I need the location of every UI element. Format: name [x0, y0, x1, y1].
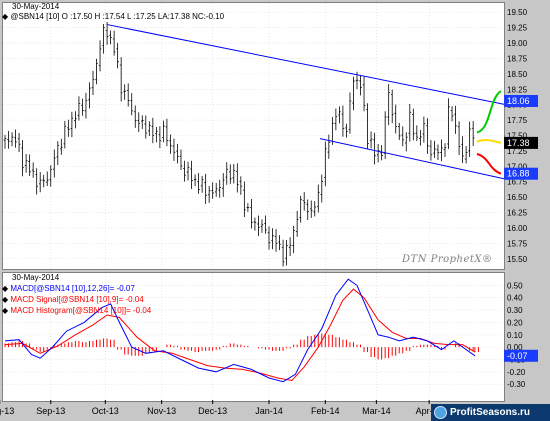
x-tick-label: Nov-13: [147, 406, 176, 416]
y-tick-label: 16.00: [507, 224, 528, 233]
x-tick-label: Sep-13: [36, 406, 65, 416]
price-quote-line: ◆ @SBN14 [10] O :17.50 H :17.54 L :17.25…: [2, 12, 224, 22]
channel-upper-line: [106, 24, 508, 106]
y-tick-label: 19.50: [507, 8, 528, 17]
macd-date-label: 30-May-2014: [12, 273, 60, 282]
y-tick-label: 16.50: [507, 193, 528, 202]
macd-legend-1: ◆ MACD Signal[@SBN14 [10],9]= -0.04: [2, 295, 144, 305]
x-tick-label: Feb-14: [311, 406, 340, 416]
histogram-legend-text: MACD Histogram[@SBN14 [10]]= -0.04: [10, 306, 152, 315]
diamond-icon: ◆: [2, 12, 9, 21]
x-tick-label: Jan-14: [255, 406, 283, 416]
globe-icon: [434, 406, 447, 419]
y-tick-label: 0.10: [507, 331, 523, 340]
macd-badge-text: -0.07: [507, 351, 528, 361]
y-tick-label: 0.40: [507, 294, 523, 303]
x-tick-label: Dec-13: [198, 406, 227, 416]
diamond-icon: ◆: [2, 284, 9, 293]
signal-legend-text: MACD Signal[@SBN14 [10],9]= -0.04: [10, 295, 144, 304]
macd-legend-2: ◆ MACD Histogram[@SBN14 [10]]= -0.04: [2, 306, 151, 316]
channel-lower-line: [319, 138, 508, 180]
y-tick-label: 18.50: [507, 70, 528, 79]
footer-logo: ProfitSeasons.ru: [431, 404, 550, 421]
price-badge-text: 18.06: [507, 96, 530, 106]
y-tick-label: 0.50: [507, 281, 523, 290]
macd-legend-0: ◆ MACD[@SBN14 [10],12,26]= -0.07: [2, 284, 135, 294]
price-quote-text: @SBN14 [10] O :17.50 H :17.54 L :17.25 L…: [10, 12, 225, 21]
y-tick-label: 0.30: [507, 306, 523, 315]
chart-window: 15.50 15.75 16.00 16.25 16.50 16.75 17.00 17.25…: [0, 0, 550, 421]
diamond-icon: ◆: [2, 306, 9, 315]
y-tick-label: 0.20: [507, 318, 523, 327]
watermark: DTN ProphetX®: [402, 254, 493, 265]
y-tick-label: 19.00: [507, 39, 528, 48]
price-badge-text: 16.88: [507, 169, 530, 179]
y-tick-label: 19.25: [507, 24, 528, 33]
y-tick-label: 17.75: [507, 116, 528, 125]
lower-projection-arc: [476, 153, 502, 175]
x-tick-label: Aug-13: [0, 406, 14, 416]
macd-legend-text: MACD[@SBN14 [10],12,26]= -0.07: [10, 284, 135, 293]
footer-logo-text: ProfitSeasons.ru: [450, 407, 531, 418]
y-tick-label: -0.30: [507, 380, 526, 389]
x-tick-label: Mar-14: [362, 406, 391, 416]
y-tick-label: 18.25: [507, 85, 528, 94]
price-chart: 15.5015.7516.0016.2516.5016.7517.0017.25…: [0, 3, 538, 268]
y-tick-label: 18.75: [507, 54, 528, 63]
price-date-label: 30-May-2014: [12, 2, 60, 11]
price-badge-text: 17.38: [507, 138, 530, 148]
y-tick-label: 15.50: [507, 255, 528, 264]
upper-projection-arc: [476, 90, 502, 134]
mid-projection-arc: [476, 139, 502, 144]
y-tick-label: 16.25: [507, 209, 528, 218]
diamond-icon: ◆: [2, 295, 9, 304]
y-tick-label: -0.20: [507, 368, 526, 377]
y-tick-label: 15.75: [507, 239, 528, 248]
x-tick-label: Oct-13: [92, 406, 119, 416]
